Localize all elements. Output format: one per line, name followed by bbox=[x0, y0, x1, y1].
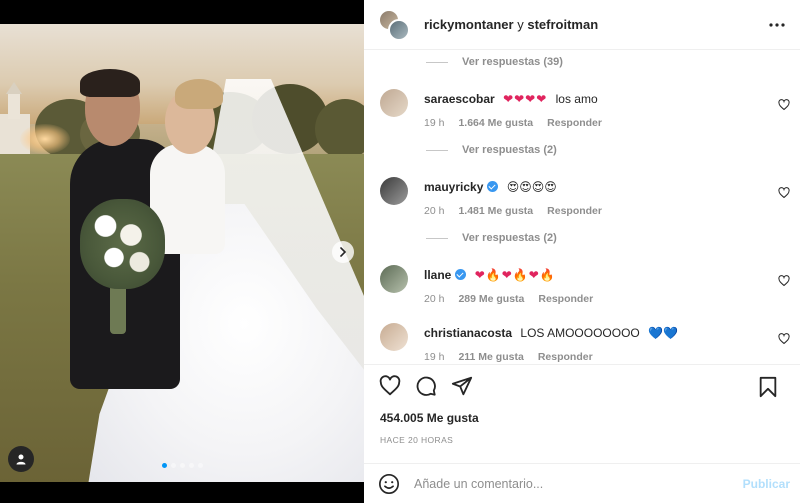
avatar[interactable] bbox=[380, 323, 408, 351]
comment-content: llane ❤🔥❤🔥❤🔥 bbox=[424, 267, 556, 283]
comment-emoji: ❤🔥❤🔥❤🔥 bbox=[474, 268, 556, 282]
replies-divider bbox=[426, 149, 448, 151]
carousel-dot bbox=[188, 463, 194, 468]
post-header: rickymontaner y stefroitman bbox=[364, 0, 800, 50]
carousel-indicator bbox=[0, 463, 364, 468]
comment-likes[interactable]: 211 Me gusta bbox=[458, 351, 523, 363]
post-sidebar: rickymontaner y stefroitman Ver respuest… bbox=[364, 0, 800, 503]
comment-meta: 20 h 1.481 Me gusta Responder bbox=[424, 205, 602, 217]
carousel-dot bbox=[179, 463, 185, 468]
avatar[interactable] bbox=[380, 89, 408, 117]
smiley-icon[interactable] bbox=[378, 473, 400, 495]
heart-icon[interactable] bbox=[778, 333, 790, 345]
like-button[interactable] bbox=[378, 374, 402, 398]
avatar[interactable] bbox=[380, 265, 408, 293]
chevron-right-icon bbox=[340, 247, 347, 257]
comment-username[interactable]: mauyricky bbox=[424, 180, 483, 194]
comment-likes[interactable]: 1.481 Me gusta bbox=[458, 205, 533, 217]
reply-button[interactable]: Responder bbox=[538, 293, 593, 305]
view-replies-button[interactable]: Ver respuestas (2) bbox=[426, 228, 557, 248]
comment-input[interactable] bbox=[414, 476, 734, 491]
heart-icon[interactable] bbox=[778, 187, 790, 199]
more-options-button[interactable] bbox=[768, 16, 786, 34]
comment-button[interactable] bbox=[414, 374, 438, 398]
comment-meta: 19 h 1.664 Me gusta Responder bbox=[424, 117, 602, 129]
author-link[interactable]: rickymontaner bbox=[424, 17, 514, 32]
verified-badge-icon bbox=[455, 269, 467, 280]
collab-avatars[interactable] bbox=[378, 8, 410, 41]
comment-text: los amo bbox=[555, 92, 598, 106]
comment-likes[interactable]: 289 Me gusta bbox=[458, 293, 524, 305]
comment-time[interactable]: 20 h bbox=[424, 293, 444, 305]
paper-plane-icon bbox=[451, 376, 473, 395]
avatar[interactable] bbox=[380, 177, 408, 205]
post-actions bbox=[364, 364, 800, 406]
carousel-dot-active bbox=[161, 463, 167, 468]
comment-content: saraescobar ❤❤❤❤ los amo bbox=[424, 91, 598, 107]
replies-divider bbox=[426, 237, 448, 239]
comment-icon bbox=[416, 376, 436, 396]
wedding-photo[interactable] bbox=[0, 24, 364, 482]
view-replies-button[interactable]: Ver respuestas (39) bbox=[426, 52, 563, 72]
comment-meta: 20 h 289 Me gusta Responder bbox=[424, 293, 593, 305]
more-horizontal-icon bbox=[769, 23, 785, 27]
comment-emoji: ❤❤❤❤ bbox=[503, 92, 548, 106]
user-tag-icon bbox=[16, 454, 26, 465]
publish-button[interactable]: Publicar bbox=[743, 477, 790, 491]
comments-list[interactable]: Ver respuestas (39) saraescobar ❤❤❤❤ los… bbox=[364, 50, 800, 364]
comment-meta: 19 h 211 Me gusta Responder bbox=[424, 351, 593, 363]
likes-count[interactable]: 454.005 Me gusta bbox=[380, 411, 479, 425]
heart-icon[interactable] bbox=[778, 275, 790, 287]
comment-time[interactable]: 20 h bbox=[424, 205, 444, 217]
comment-username[interactable]: saraescobar bbox=[424, 92, 495, 106]
add-comment-bar: Publicar bbox=[364, 463, 800, 503]
comment-item: christianacosta LOS AMOOOOOOOO 💙💙 19 h 2… bbox=[364, 323, 800, 364]
share-button[interactable] bbox=[450, 374, 474, 398]
comment-time[interactable]: 19 h bbox=[424, 351, 444, 363]
view-replies-label: Ver respuestas (2) bbox=[462, 232, 557, 244]
post-time[interactable]: HACE 20 HORAS bbox=[380, 435, 453, 445]
tagged-users-button[interactable] bbox=[8, 446, 34, 472]
next-slide-button[interactable] bbox=[332, 241, 354, 263]
photo-groom-hair bbox=[80, 69, 140, 97]
comment-text: LOS AMOOOOOOOO bbox=[520, 326, 640, 340]
heart-icon[interactable] bbox=[778, 99, 790, 111]
comment-content: mauyricky 😍😍😍😍 bbox=[424, 179, 557, 195]
comment-emoji: 💙💙 bbox=[648, 326, 678, 340]
photo-sun-glow bbox=[20, 124, 70, 154]
carousel-dot bbox=[170, 463, 176, 468]
comment-emoji: 😍😍😍😍 bbox=[506, 180, 557, 194]
author-link[interactable]: stefroitman bbox=[527, 17, 598, 32]
carousel-dot bbox=[197, 463, 203, 468]
view-replies-label: Ver respuestas (2) bbox=[462, 144, 557, 156]
view-replies-button[interactable]: Ver respuestas (2) bbox=[426, 140, 557, 160]
bookmark-icon bbox=[759, 376, 777, 398]
view-replies-label: Ver respuestas (39) bbox=[462, 56, 563, 68]
reply-button[interactable]: Responder bbox=[547, 117, 602, 129]
save-button[interactable] bbox=[756, 375, 780, 399]
post-media bbox=[0, 0, 364, 503]
replies-divider bbox=[426, 61, 448, 63]
comment-item: saraescobar ❤❤❤❤ los amo 19 h 1.664 Me g… bbox=[364, 89, 800, 139]
verified-badge-icon bbox=[487, 181, 499, 192]
post-authors: rickymontaner y stefroitman bbox=[424, 17, 598, 32]
author-connector: y bbox=[517, 17, 524, 32]
comment-item: llane ❤🔥❤🔥❤🔥 20 h 289 Me gusta Responder bbox=[364, 265, 800, 315]
comment-item: mauyricky 😍😍😍😍 20 h 1.481 Me gusta Respo… bbox=[364, 177, 800, 227]
photo-bride-hair bbox=[175, 79, 223, 109]
comment-username[interactable]: christianacosta bbox=[424, 326, 512, 340]
heart-icon bbox=[379, 374, 401, 395]
comment-content: christianacosta LOS AMOOOOOOOO 💙💙 bbox=[424, 325, 678, 341]
avatar[interactable] bbox=[388, 18, 410, 41]
photo-bouquet bbox=[80, 199, 165, 289]
comment-username[interactable]: llane bbox=[424, 268, 451, 282]
comment-time[interactable]: 19 h bbox=[424, 117, 444, 129]
reply-button[interactable]: Responder bbox=[538, 351, 593, 363]
reply-button[interactable]: Responder bbox=[547, 205, 602, 217]
comment-likes[interactable]: 1.664 Me gusta bbox=[458, 117, 533, 129]
